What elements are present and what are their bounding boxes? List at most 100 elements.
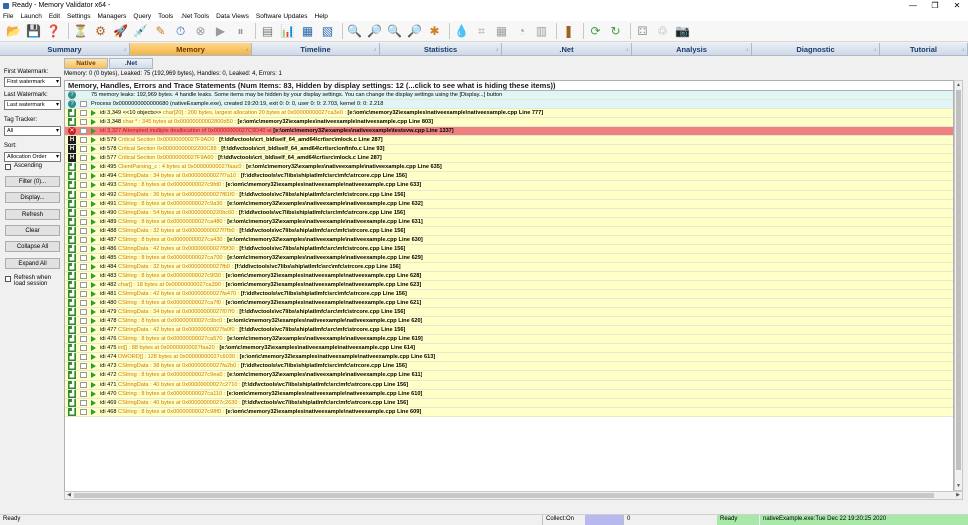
expand-arrow-icon[interactable] (91, 318, 96, 325)
list-row[interactable]: ▟ idi 482 char[] : 18 bytes at 0x00000000… (65, 280, 953, 291)
allocations-icon[interactable]: ▧ (319, 23, 336, 39)
expand-arrow-icon[interactable] (91, 372, 96, 379)
expand-box-icon[interactable] (80, 327, 87, 334)
expand-box-icon[interactable] (80, 282, 87, 288)
expand-arrow-icon[interactable] (91, 408, 96, 415)
refresh-when-load-checkbox[interactable]: Refresh when load session (5, 275, 61, 287)
list-row[interactable]: ▟ idi 481 CStringData : 42 bytes at 0x000… (65, 290, 953, 300)
menu-item-tools[interactable]: Tools (158, 13, 173, 20)
expand-arrow-icon[interactable] (91, 399, 96, 406)
open-folder-icon[interactable]: 📂 (5, 23, 22, 39)
leak-list[interactable]: ? 75 memory leaks: 192,969 bytes. 4 handl… (64, 91, 954, 491)
expand-box-icon[interactable] (80, 408, 87, 415)
memory-icon[interactable]: ▥ (533, 23, 550, 39)
camera-icon[interactable]: 📷 (674, 23, 691, 39)
expand-box-icon[interactable] (80, 390, 87, 397)
expand-arrow-icon[interactable] (91, 182, 96, 189)
expand-arrow-icon[interactable] (91, 137, 96, 144)
expand-box-icon[interactable] (80, 155, 87, 162)
expand-all-button[interactable]: Expand All (5, 258, 60, 269)
expand-box-icon[interactable] (80, 137, 87, 144)
expand-arrow-icon[interactable] (91, 327, 96, 334)
expand-arrow-icon[interactable] (91, 173, 96, 180)
tab-analysis[interactable]: Analysis ⌟ (632, 43, 752, 56)
sort-select[interactable]: Allocation Order (4, 152, 61, 162)
expand-box-icon[interactable] (80, 110, 87, 117)
list-row[interactable]: ▟ idi 488 CStringData : 32 bytes at 0x000… (65, 226, 953, 236)
expand-arrow-icon[interactable] (91, 363, 96, 370)
recycle-icon[interactable]: ♲ (654, 23, 671, 39)
menu-item-settings[interactable]: Settings (67, 13, 91, 20)
list-row[interactable]: ▟ idi 468 CString : 8 bytes at 0x00000000… (65, 407, 953, 417)
expand-arrow-icon[interactable] (91, 263, 96, 270)
list-row[interactable]: Hidi 578 Critical Section 0x000000000022… (65, 145, 953, 155)
expand-box-icon[interactable] (80, 101, 87, 108)
expand-arrow-icon[interactable] (91, 300, 96, 307)
menu-item-launch[interactable]: Launch (20, 13, 41, 20)
expand-box-icon[interactable] (80, 318, 87, 325)
expand-box-icon[interactable] (80, 372, 87, 379)
expand-box-icon[interactable] (80, 218, 87, 225)
menu-item-help[interactable]: Help (315, 13, 328, 20)
help-icon[interactable]: ❓ (45, 23, 62, 39)
expand-arrow-icon[interactable] (91, 309, 96, 316)
expand-box-icon[interactable] (80, 381, 87, 388)
expand-box-icon[interactable] (80, 128, 87, 135)
list-row[interactable]: ▟ idi 469 CStringData : 40 bytes at 0x000… (65, 398, 953, 408)
list-row[interactable]: ▟ idi 495 ClientParsing_c : 4 bytes at 0x… (65, 163, 953, 173)
hscroll-thumb[interactable] (74, 493, 934, 498)
group-icon[interactable]: ⚃ (634, 23, 651, 39)
list-row[interactable]: ▟ idi 476 CString : 8 bytes at 0x00000000… (65, 335, 953, 345)
list-row[interactable]: Hidi 577 Critical Section 0x00000000027F… (65, 154, 953, 164)
grid-icon[interactable]: ▦ (493, 23, 510, 39)
expand-arrow-icon[interactable] (91, 191, 96, 198)
list-row[interactable]: ▟ idi 472 CString : 8 bytes at 0x00000000… (65, 371, 953, 381)
minimize-button[interactable]: — (902, 0, 924, 11)
expand-box-icon[interactable] (80, 245, 87, 252)
list-row[interactable]: ▟ idi 470 CString : 8 bytes at 0x00000000… (65, 389, 953, 399)
list-row[interactable]: ▟ idi 475 int[] : 88 bytes at 0x000000000… (65, 344, 953, 354)
close-button[interactable]: ✕ (946, 0, 968, 11)
stop-icon[interactable]: ⊗ (192, 23, 209, 39)
expand-arrow-icon[interactable] (91, 119, 96, 126)
collapse-all-button[interactable]: Collapse All (5, 241, 60, 252)
expand-box-icon[interactable] (80, 200, 87, 207)
horizontal-scrollbar[interactable]: ◀ ▶ (64, 491, 963, 500)
list-row[interactable]: ▟ idi 494 CStringData : 34 bytes at 0x000… (65, 172, 953, 182)
list-row[interactable]: ▟ idi 487 CString : 8 bytes at 0x00000000… (65, 235, 953, 245)
report-icon[interactable]: ▤ (259, 23, 276, 39)
first-watermark-select[interactable]: First watermark (4, 77, 61, 87)
list-row[interactable]: ▟ idi 486 CStringData : 42 bytes at 0x000… (65, 244, 953, 254)
expand-arrow-icon[interactable] (91, 209, 96, 216)
expand-arrow-icon[interactable] (91, 146, 96, 153)
chart-icon[interactable]: 📊 (279, 23, 296, 39)
expand-arrow-icon[interactable] (91, 245, 96, 252)
expand-box-icon[interactable] (80, 182, 87, 189)
expand-box-icon[interactable] (80, 336, 87, 343)
list-row[interactable]: ▟ idi 493 CString : 8 bytes at 0x00000000… (65, 181, 953, 191)
expand-box-icon[interactable] (80, 272, 87, 279)
list-row[interactable]: ✕ idi 3,327 Attempted multiple deallocati… (65, 127, 953, 137)
tab-net[interactable]: .Net ⌟ (502, 43, 632, 56)
list-row[interactable]: ▟ idi 3,349 <<10 objects>> char[20] : 200… (65, 109, 953, 119)
menu-item-edit[interactable]: Edit (49, 13, 60, 20)
expand-arrow-icon[interactable] (91, 390, 96, 397)
expand-box-icon[interactable] (80, 164, 87, 171)
expand-box-icon[interactable] (80, 254, 87, 261)
maximize-button[interactable]: ❐ (924, 0, 946, 11)
menu-item-file[interactable]: File (3, 13, 13, 20)
expand-arrow-icon[interactable] (91, 155, 96, 162)
tab-timeline[interactable]: Timeline ⌟ (252, 43, 380, 56)
bars-icon[interactable]: ❚ (560, 23, 577, 39)
list-row[interactable]: ▟ idi 474 DWORD[] : 128 bytes at 0x000000… (65, 353, 953, 363)
expand-box-icon[interactable] (80, 291, 87, 298)
list-row[interactable]: ▟ idi 480 CString : 8 bytes at 0x00000000… (65, 299, 953, 309)
query-icon[interactable]: 🔎 (406, 23, 423, 39)
subtab-native[interactable]: Native (64, 58, 108, 69)
timer-icon[interactable]: ⏱ (172, 23, 189, 39)
inject-icon[interactable]: 💉 (132, 23, 149, 39)
save-icon[interactable]: 💾 (25, 23, 42, 39)
list-row[interactable]: ▟ idi 473 CStringData : 38 bytes at 0x000… (65, 362, 953, 372)
tab-diagnostic[interactable]: Diagnostic ⌟ (752, 43, 880, 56)
list-row[interactable]: ▟ idi 483 CString : 8 bytes at 0x00000000… (65, 271, 953, 281)
